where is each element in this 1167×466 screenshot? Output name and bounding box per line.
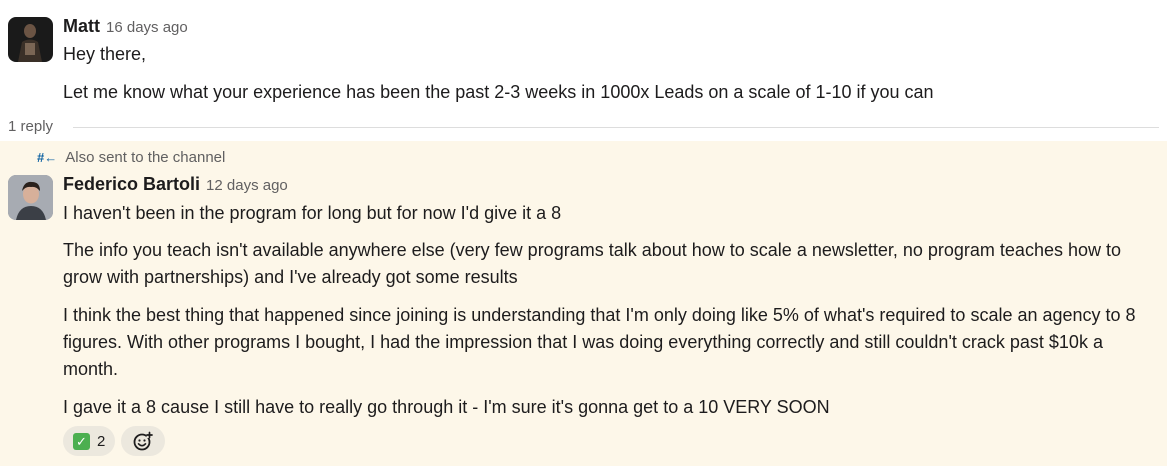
white-check-mark-icon: ✓ [73,432,90,450]
avatar-federico-image [8,175,53,220]
message-paragraph: I think the best thing that happened sin… [63,305,1136,379]
message-line: Let me know what your experience has bee… [63,82,934,102]
reaction-count: 2 [97,432,106,450]
timestamp[interactable]: 12 days ago [206,177,288,194]
add-reaction-button[interactable] [121,426,166,456]
reply-count[interactable]: 1 reply [8,118,53,135]
message-federico: #← Also sent to the channel Federico Bart… [0,141,1167,466]
also-sent-label: Also sent to the channel [65,149,226,166]
divider-line [73,127,1159,128]
author-name[interactable]: Matt [63,16,100,36]
also-sent-to-channel: #← Also sent to the channel [37,149,225,166]
message-paragraph: I haven't been in the program for long b… [63,203,562,223]
broadcast-icon: #← [37,150,58,165]
avatar-federico[interactable] [8,175,53,220]
message-paragraph: I gave it a 8 cause I still have to real… [63,397,830,417]
reaction-check[interactable]: ✓ 2 [63,426,116,456]
avatar-matt-image [8,17,53,62]
reply-divider: 1 reply [0,117,1167,139]
thread-view: Matt 16 days ago Hey there, Let me know w… [0,0,1167,466]
message-header: Federico Bartoli 12 days ago [63,174,288,195]
message-paragraph: The info you teach isn't available anywh… [63,240,1122,287]
reactions-bar: ✓ 2 [63,426,166,456]
avatar-matt[interactable] [8,17,53,62]
timestamp[interactable]: 16 days ago [106,19,188,36]
message-header: Matt 16 days ago [63,16,188,37]
author-name[interactable]: Federico Bartoli [63,174,200,194]
message-matt: Matt 16 days ago Hey there, Let me know w… [0,0,1167,118]
message-line: Hey there, [63,44,147,64]
add-emoji-icon [133,431,154,451]
